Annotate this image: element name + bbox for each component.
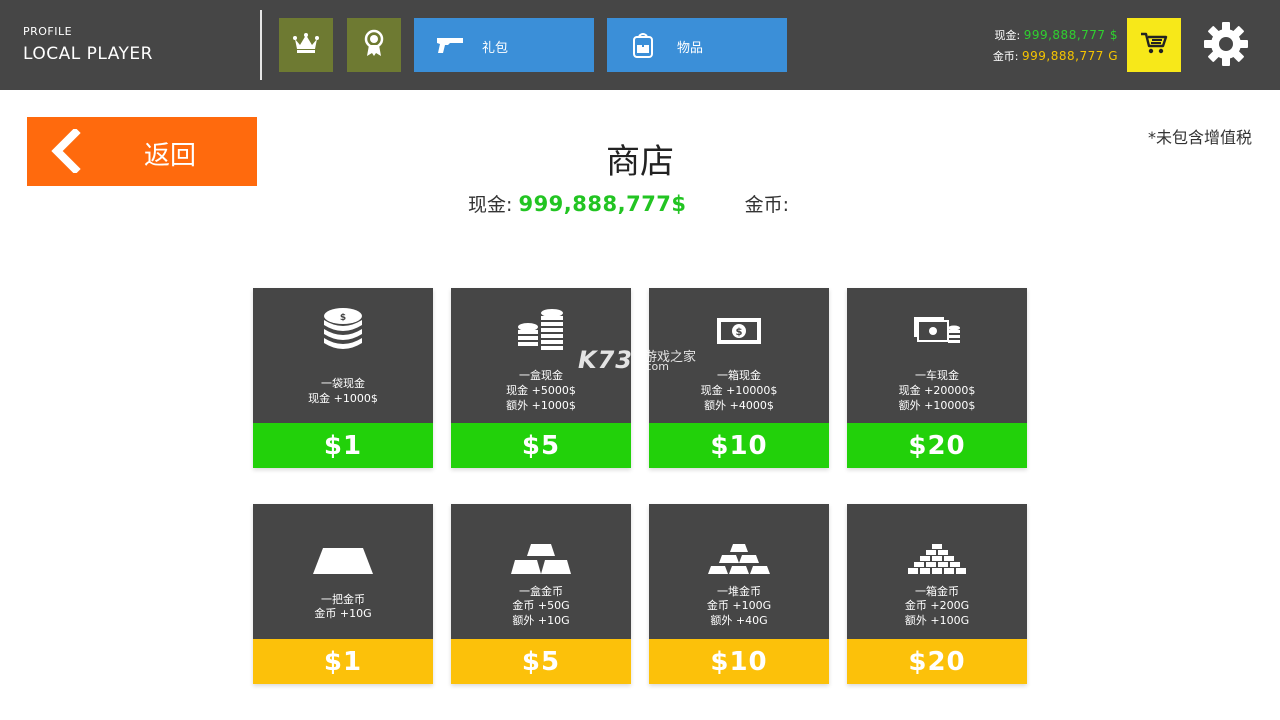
items-label: 物品 [677, 41, 704, 56]
pack-amount: 现金 +1000$ [308, 392, 378, 405]
gold-bar-icon [253, 536, 433, 586]
shop-cash-value: 999,888,777$ [518, 192, 687, 216]
top-cash-label: 现金: [994, 29, 1021, 42]
pack-amount: 金币 +10G [314, 607, 372, 620]
pistol-icon [436, 33, 464, 57]
award-badge-icon [364, 29, 384, 61]
pack-amount: 现金 +5000$ [506, 384, 576, 397]
page-title: 商店 [606, 142, 674, 182]
pack-bonus: 额外 +40G [710, 614, 768, 627]
cart-button[interactable] [1127, 18, 1181, 72]
shop-cash-label: 现金: [468, 194, 513, 216]
watermark-logo: K73 [578, 346, 633, 374]
top-cash-row: 现金: 999,888,777 $ [993, 25, 1118, 46]
gold-pile-icon [649, 534, 829, 584]
top-gold-row: 金币: 999,888,777 G [993, 46, 1118, 67]
pack-bonus: 额外 +10000$ [898, 399, 976, 412]
price-button[interactable]: $5 [451, 639, 631, 684]
coin-stack-icon: $ [253, 306, 433, 356]
price-button[interactable]: $20 [847, 423, 1027, 468]
price-button[interactable]: $1 [253, 639, 433, 684]
svg-text:$: $ [340, 313, 346, 323]
price-button[interactable]: $10 [649, 423, 829, 468]
top-gold-label: 金币: [992, 50, 1019, 63]
watermark-domain: .com [642, 360, 669, 373]
top-cash-value: 999,888,777 $ [1023, 28, 1118, 42]
gift-pack-label: 礼包 [482, 41, 509, 56]
pack-name: 一把金币 [321, 593, 365, 606]
gold-pack-card[interactable]: 一箱金币 金币 +200G 额外 +100G $20 [847, 504, 1027, 684]
pack-name: 一袋现金 [321, 377, 365, 390]
price-button[interactable]: $1 [253, 423, 433, 468]
gold-pyramid-icon [847, 534, 1027, 584]
achievements-button[interactable] [347, 18, 401, 72]
settings-button[interactable] [1200, 20, 1252, 72]
top-bar: PROFILE LOCAL PLAYER 礼包 物品 现金: 999,888,7… [0, 0, 1280, 90]
pack-name: 一箱现金 [717, 369, 761, 382]
pack-amount: 金币 +200G [904, 599, 970, 612]
pack-amount: 现金 +20000$ [898, 384, 976, 397]
gift-pack-button[interactable]: 礼包 [414, 18, 594, 72]
top-balances: 现金: 999,888,777 $ 金币: 999,888,777 G [993, 25, 1118, 67]
gear-icon [1202, 20, 1250, 72]
pack-name: 一箱金币 [915, 585, 959, 598]
svg-text:$: $ [736, 327, 743, 338]
watermark: K73 游戏之家 .com [578, 346, 696, 374]
crown-icon [293, 33, 319, 57]
cash-pack-card[interactable]: $ 一箱现金 现金 +10000$ 额外 +4000$ $10 [649, 288, 829, 468]
cash-pack-card[interactable]: 一车现金 现金 +20000$ 额外 +10000$ $20 [847, 288, 1027, 468]
pack-bonus: 额外 +1000$ [506, 399, 576, 412]
price-button[interactable]: $20 [847, 639, 1027, 684]
banknotes-coins-icon [847, 306, 1027, 356]
shop-gold-label: 金币: [744, 194, 789, 216]
pack-name: 一堆金币 [717, 585, 761, 598]
gold-pack-card[interactable]: 一把金币 金币 +10G $1 [253, 504, 433, 684]
cash-pack-card[interactable]: $ 一袋现金 现金 +1000$ $1 [253, 288, 433, 468]
gold-pack-card[interactable]: 一盒金币 金币 +50G 额外 +10G $5 [451, 504, 631, 684]
price-button[interactable]: $5 [451, 423, 631, 468]
pack-bonus: 额外 +100G [904, 614, 970, 627]
pack-amount: 金币 +50G [512, 599, 570, 612]
price-button[interactable]: $10 [649, 639, 829, 684]
top-gold-value: 999,888,777 G [1022, 49, 1118, 63]
pack-amount: 金币 +100G [706, 599, 772, 612]
gold-pack-card[interactable]: 一堆金币 金币 +100G 额外 +40G $10 [649, 504, 829, 684]
player-name[interactable]: LOCAL PLAYER [23, 44, 153, 64]
backpack-icon [629, 33, 657, 58]
pack-amount: 现金 +10000$ [700, 384, 778, 397]
leaderboard-button[interactable] [279, 18, 333, 72]
cart-icon [1140, 31, 1168, 59]
cash-pack-card[interactable]: 一盒现金 现金 +5000$ 额外 +1000$ $5 [451, 288, 631, 468]
pack-bonus: 额外 +10G [512, 614, 570, 627]
profile-label: PROFILE [23, 25, 73, 38]
divider [260, 10, 262, 80]
pack-name: 一车现金 [915, 369, 959, 382]
shop-balances: 现金: 999,888,777$ 金币: [468, 190, 789, 217]
pack-bonus: 额外 +4000$ [704, 399, 774, 412]
gold-bars-icon [451, 534, 631, 584]
pack-name: 一盒金币 [519, 585, 563, 598]
items-button[interactable]: 物品 [607, 18, 787, 72]
